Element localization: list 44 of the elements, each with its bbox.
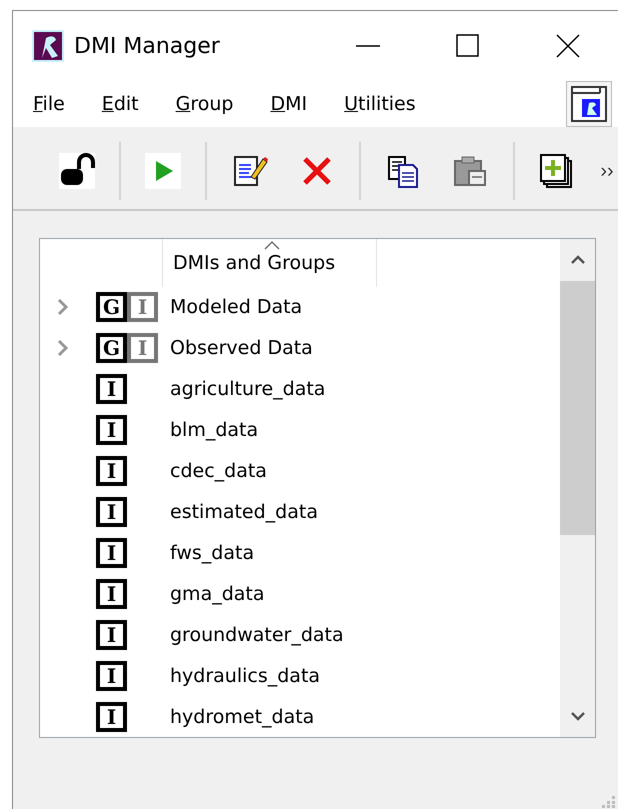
overflow-button[interactable]: ›› — [596, 160, 618, 182]
letter-badge: G — [96, 333, 127, 364]
letter-badge: I — [96, 496, 127, 527]
expand-chevron-icon[interactable] — [56, 297, 70, 318]
menu-item[interactable]: Edit — [100, 91, 141, 117]
letter-badge: I — [96, 456, 127, 486]
menu-item[interactable]: DMI — [268, 91, 310, 117]
tree-item-label[interactable]: agriculture_data — [170, 378, 326, 400]
tree-item-label[interactable]: hydraulics_data — [170, 664, 320, 687]
play-icon[interactable] — [143, 151, 183, 191]
letter-badge: I — [96, 620, 127, 650]
scroll-up-icon[interactable] — [570, 254, 586, 264]
menu-item[interactable]: Group — [174, 91, 236, 117]
letter-badge: I — [96, 660, 127, 691]
tree-item-label[interactable]: Observed Data — [170, 337, 313, 360]
expand-chevron-icon[interactable] — [56, 338, 70, 358]
scroll-thumb[interactable] — [560, 281, 595, 535]
unlocked-lock-icon[interactable] — [57, 151, 97, 191]
letter-badge: I — [127, 292, 158, 322]
letter-badge: I — [127, 333, 158, 364]
window-icon[interactable] — [566, 81, 612, 127]
scroll-down-icon[interactable] — [570, 712, 586, 722]
tree-item-label[interactable]: blm_data — [170, 419, 258, 442]
letter-badge: G — [96, 292, 127, 322]
letter-badge: I — [96, 538, 127, 568]
maximize-icon[interactable] — [456, 34, 480, 58]
tree-item-label[interactable]: gma_data — [170, 582, 265, 605]
tree-item-label[interactable]: hydromet_data — [170, 706, 314, 728]
letter-badge: I — [96, 578, 127, 609]
letter-badge: I — [96, 702, 127, 732]
tree-item-label[interactable]: fws_data — [170, 542, 254, 564]
sort-caret-icon — [264, 241, 280, 250]
app-logo-icon — [32, 30, 64, 62]
letter-badge: I — [96, 374, 127, 404]
tree-item-label[interactable]: Modeled Data — [170, 296, 302, 318]
tree-item-label[interactable]: groundwater_data — [170, 624, 344, 646]
menu-item[interactable]: File — [31, 91, 67, 117]
tree-item-label[interactable]: cdec_data — [170, 460, 267, 482]
close-icon[interactable] — [556, 34, 580, 58]
column-header[interactable]: DMIs and Groups — [162, 239, 377, 287]
menu-item[interactable]: Utilities — [342, 91, 418, 117]
tree-item-label[interactable]: estimated_data — [170, 500, 318, 523]
window-title: DMI Manager — [74, 34, 220, 58]
letter-badge: I — [96, 415, 127, 446]
